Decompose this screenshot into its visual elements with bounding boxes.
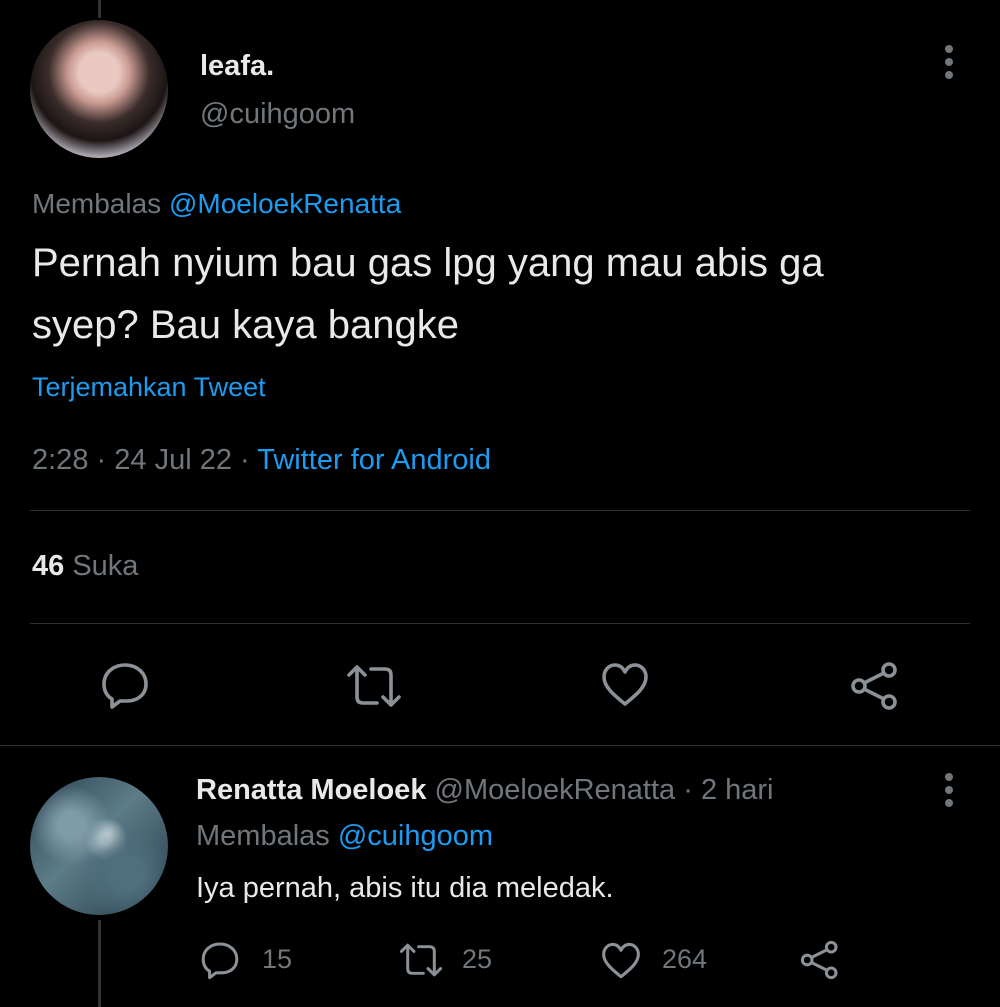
- reply-time[interactable]: 2 hari: [701, 774, 774, 806]
- like-count: 264: [662, 944, 708, 974]
- reply-context: Membalas @cuihgoom: [196, 820, 493, 853]
- reply-icon[interactable]: [200, 940, 240, 980]
- meta-dot: ·: [240, 444, 250, 476]
- reply-author-avatar[interactable]: [30, 777, 168, 915]
- share-icon[interactable]: [850, 661, 900, 711]
- likes-count: 46: [32, 550, 65, 582]
- author-handle[interactable]: @cuihgoom: [200, 98, 355, 131]
- tweet-time[interactable]: 2:28: [32, 444, 88, 476]
- thread-line-top: [98, 0, 101, 18]
- reply-context: Membalas @MoeloekRenatta: [32, 188, 401, 220]
- retweet-icon[interactable]: [345, 663, 403, 709]
- share-icon[interactable]: [800, 940, 840, 980]
- reply-prefix: Membalas: [32, 188, 162, 219]
- retweet-count: 25: [462, 944, 493, 974]
- reply-to-link[interactable]: @cuihgoom: [338, 820, 493, 852]
- reply-dot: ·: [683, 774, 693, 806]
- tweet-source[interactable]: Twitter for Android: [257, 444, 491, 476]
- like-icon[interactable]: [600, 942, 642, 980]
- divider: [30, 623, 970, 624]
- like-icon[interactable]: [600, 662, 650, 708]
- reply-to-link[interactable]: @MoeloekRenatta: [169, 188, 401, 219]
- more-icon[interactable]: [938, 44, 960, 80]
- divider: [30, 510, 970, 511]
- reply-author-handle[interactable]: @MoeloekRenatta: [435, 774, 676, 806]
- tweet-date[interactable]: 24 Jul 22: [114, 444, 232, 476]
- author-avatar[interactable]: [30, 20, 168, 158]
- tweet-text-line-1: Pernah nyium bau gas lpg yang mau abis g…: [32, 241, 824, 285]
- reply-prefix: Membalas: [196, 820, 330, 852]
- retweet-icon[interactable]: [398, 942, 444, 978]
- likes-label: Suka: [72, 550, 139, 582]
- divider: [0, 745, 1000, 746]
- more-icon[interactable]: [938, 772, 960, 808]
- likes-stat[interactable]: 46 Suka: [32, 550, 138, 583]
- author-name[interactable]: leafa.: [200, 50, 274, 83]
- reply-text: Iya pernah, abis itu dia meledak.: [196, 872, 614, 904]
- reply-author-name[interactable]: Renatta Moeloek: [196, 774, 426, 806]
- tweet-meta: 2:28 · 24 Jul 22 · Twitter for Android: [32, 444, 491, 477]
- thread-line-bottom: [98, 920, 101, 1007]
- reply-icon[interactable]: [100, 660, 150, 710]
- tweet-text: Pernah nyium bau gas lpg yang mau abis g…: [32, 232, 824, 356]
- translate-link[interactable]: Terjemahkan Tweet: [32, 372, 266, 403]
- reply-count: 15: [262, 944, 293, 974]
- tweet-text-line-2: syep? Bau kaya bangke: [32, 303, 459, 347]
- meta-dot: ·: [96, 444, 107, 476]
- reply-header: Renatta Moeloek @MoeloekRenatta · 2 hari: [196, 774, 773, 807]
